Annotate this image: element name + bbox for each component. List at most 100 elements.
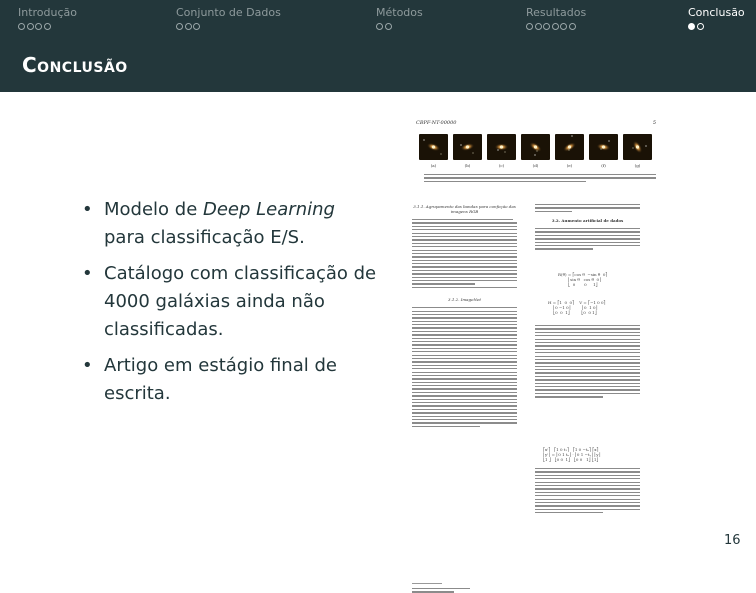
text-line: [412, 405, 517, 407]
text-line: [535, 481, 640, 483]
text-line: [424, 177, 656, 179]
text-line: [535, 365, 640, 367]
equation-rotation-matrix: R(θ) = ⎡cos θ −sin θ 0⎤ ⎢sin θ cos θ 0⎥ …: [558, 272, 608, 287]
nav-subsection-dot[interactable]: [176, 23, 183, 30]
text-line: [535, 488, 640, 490]
text-line: [535, 355, 640, 357]
nav-section-resultados[interactable]: Resultados: [526, 6, 586, 30]
text-line: [412, 415, 517, 417]
text-line: [535, 379, 640, 381]
text-line: [412, 219, 513, 221]
nav-subsection-dot[interactable]: [184, 23, 192, 30]
text-line: [424, 180, 587, 183]
nav-dots: [526, 23, 586, 30]
nav-subsection-dot[interactable]: [560, 23, 567, 30]
text-line: [412, 344, 517, 346]
thumbnail-label: (f): [601, 163, 606, 168]
nav-subsection-dot[interactable]: [543, 23, 550, 30]
text-line: [412, 249, 517, 251]
text-line: [412, 374, 517, 377]
text-line: [535, 468, 640, 470]
thumbnail-label: (b): [464, 163, 471, 168]
galaxy-thumbnails: [419, 134, 652, 160]
text-line: [412, 317, 517, 319]
nav-subsection-dot[interactable]: [26, 23, 34, 30]
text-line: [535, 335, 640, 337]
figure-caption: [424, 174, 656, 183]
text-line: [412, 235, 517, 238]
equation-reflection-matrices: H = ⎡1 0 0⎤ V = ⎡−1 0 0⎤ ⎢0 −1 0⎥ ⎢0 1 0…: [548, 300, 606, 315]
nav-subsection-dot[interactable]: [193, 23, 200, 30]
text-line: [535, 508, 640, 510]
text-line: [535, 348, 640, 351]
text-line: [412, 588, 470, 590]
nav-subsection-dot[interactable]: [18, 23, 25, 30]
paper-right-column-end: [535, 468, 640, 514]
text-line: [535, 386, 640, 388]
text-line: [412, 327, 517, 329]
text-line: [412, 246, 517, 248]
nav-subsection-dot[interactable]: [43, 23, 51, 30]
text-line: [535, 369, 640, 371]
text-line: [535, 382, 640, 384]
text-line: [412, 310, 517, 312]
nav-subsection-dot[interactable]: [688, 23, 695, 30]
text-line: [535, 501, 640, 504]
nav-section-conclusao[interactable]: Conclusão: [688, 6, 745, 30]
text-line: [535, 491, 640, 494]
nav-subsection-dot[interactable]: [384, 23, 392, 30]
text-line: [535, 474, 640, 477]
text-line: [535, 375, 640, 378]
nav-subsection-dot[interactable]: [526, 23, 533, 30]
thumbnail-labels: (a) (b) (c) (d) (e) (f) (g): [419, 163, 652, 168]
text-line: [412, 320, 517, 322]
text-line: [412, 419, 517, 421]
text-line: [535, 345, 640, 347]
text-line: [535, 372, 640, 374]
slide-title: Conclusão: [22, 53, 128, 77]
bullet-text: Artigo em estágio final de escrita.: [104, 355, 337, 404]
nav-subsection-dot[interactable]: [534, 23, 542, 30]
nav-dots: [376, 23, 423, 30]
text-line: [412, 259, 517, 261]
text-line: [535, 231, 640, 233]
thumbnail-label: (e): [566, 163, 573, 168]
thumbnail-label: (d): [532, 163, 539, 168]
text-line: [412, 330, 517, 333]
text-line: [535, 389, 640, 391]
text-line: [535, 234, 640, 237]
nav-subsection-dot[interactable]: [376, 23, 383, 30]
nav-subsection-dot[interactable]: [35, 23, 42, 30]
text-line: [412, 395, 517, 397]
nav-section-label: Conclusão: [688, 6, 745, 19]
text-line: [412, 425, 481, 428]
text-line: [535, 338, 640, 340]
bullet-list: Modelo de Deep Learning para classificaç…: [80, 196, 380, 416]
text-line: [412, 412, 517, 414]
text-line: [412, 337, 517, 339]
nav-subsection-dot[interactable]: [696, 23, 704, 30]
nav-dots: [18, 23, 77, 30]
paper-right-column: 3.2. Aumento artificial de dados: [535, 204, 640, 250]
bullet-item: Catálogo com classificação de 4000 galáx…: [80, 260, 380, 344]
nav-subsection-dot[interactable]: [568, 23, 576, 30]
text-line: [535, 325, 640, 327]
nav-section-label: Conjunto de Dados: [176, 6, 281, 19]
text-line: [412, 422, 517, 424]
text-line: [535, 471, 640, 473]
text-line: [535, 505, 640, 507]
bullet-text: Modelo de: [104, 199, 203, 220]
nav-section-metodos[interactable]: Métodos: [376, 6, 423, 30]
nav-section-label: Resultados: [526, 6, 587, 19]
galaxy-thumbnail: [487, 134, 516, 160]
nav-section-introducao[interactable]: Introdução: [18, 6, 77, 30]
text-line: [412, 286, 517, 289]
text-line: [412, 351, 517, 353]
text-line: [412, 222, 517, 224]
text-line: [412, 385, 517, 387]
bullet-text: Catálogo com classificação de 4000 galáx…: [104, 263, 377, 340]
text-line: [535, 362, 640, 364]
nav-section-conjunto-de-dados[interactable]: Conjunto de Dados: [176, 6, 281, 30]
section-navigation: Introdução Conjunto de Dados Métodos Res…: [0, 0, 756, 40]
nav-subsection-dot[interactable]: [551, 23, 559, 30]
